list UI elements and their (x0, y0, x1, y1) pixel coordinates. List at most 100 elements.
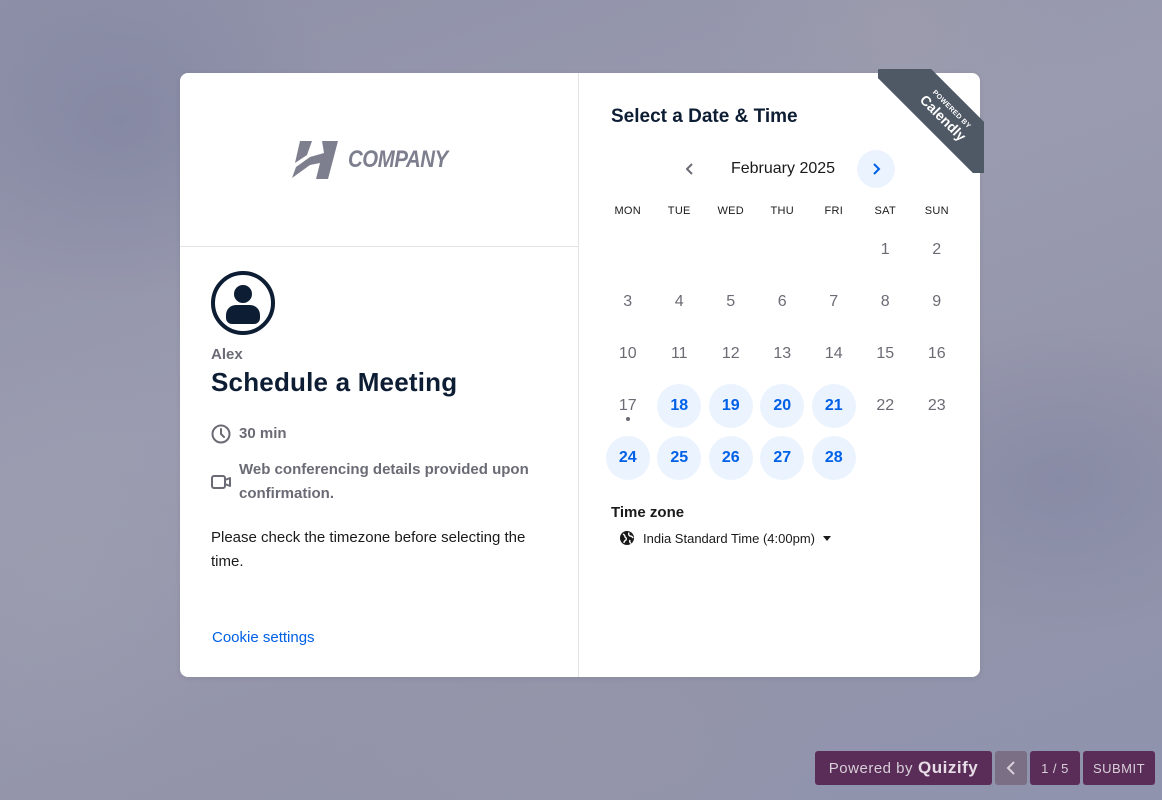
event-profile: Alex Schedule a Meeting 30 min Web confe… (180, 247, 578, 574)
company-logo-mark-icon (292, 140, 339, 179)
calendar-day: 1 (863, 228, 907, 272)
day-number: 14 (824, 345, 843, 362)
available-day-button[interactable]: 27 (760, 436, 805, 480)
conferencing-text: Web conferencing details provided upon c… (239, 461, 529, 502)
submit-button[interactable]: SUBMIT (1083, 751, 1155, 785)
calendar-week-row: 12 (602, 224, 963, 276)
avatar (211, 271, 275, 335)
calendar-body: 1 2 3 4 5 6 7 8 9 10 11 12 13 14 15 16 17 18 19 20 21 22 23 24 2… (605, 224, 963, 484)
day-number: 25 (670, 449, 689, 466)
day-number: 16 (927, 345, 946, 362)
available-day-button[interactable]: 25 (657, 436, 702, 480)
day-number: 7 (829, 293, 839, 310)
day-number: 23 (927, 397, 946, 414)
day-number: 8 (880, 293, 890, 310)
day-number: 18 (670, 397, 689, 414)
duration-text: 30 min (239, 425, 287, 442)
cookie-settings-link[interactable]: Cookie settings (212, 629, 315, 646)
powered-by-prefix: Powered by (828, 759, 914, 777)
day-number: 27 (773, 449, 792, 466)
calendar-day: 16 (915, 332, 959, 376)
quizify-brand: Quizify (918, 758, 979, 777)
day-number: 2 (932, 241, 942, 258)
available-day-button[interactable]: 24 (605, 436, 650, 480)
conferencing-row: Web conferencing details provided upon c… (211, 458, 548, 506)
calendar-day: 8 (863, 280, 907, 324)
calendar-week-row: 24 25 26 27 28 (602, 432, 963, 484)
calendar-day: 23 (915, 384, 959, 428)
weekday-label: SAT (874, 205, 896, 217)
calendar-week-row: 17 18 19 20 21 22 23 (602, 380, 963, 432)
day-number: 11 (670, 345, 688, 362)
calendar-week-row: 10 11 12 13 14 15 16 (602, 328, 963, 380)
event-owner: Alex (211, 346, 243, 363)
calendar-day: 7 (812, 280, 856, 324)
day-number: 5 (726, 293, 736, 310)
weekday-header: MON TUE WED THU FRI SAT SUN (602, 198, 963, 224)
calendar-day: 6 (760, 280, 804, 324)
weekday-label: WED (717, 205, 745, 217)
previous-month-button[interactable] (671, 150, 709, 188)
day-number: 4 (674, 293, 684, 310)
available-day-button[interactable]: 26 (708, 436, 753, 480)
weekday-label: SUN (924, 205, 949, 217)
event-description: Please check the timezone before selecti… (211, 529, 526, 570)
day-number: 24 (618, 449, 637, 466)
globe-icon (620, 531, 634, 545)
day-number: 13 (773, 345, 792, 362)
calendar-day: 13 (760, 332, 804, 376)
event-title: Schedule a Meeting (211, 367, 458, 397)
calendar-day: 9 (915, 280, 959, 324)
calendar-day: 4 (657, 280, 701, 324)
day-number: 3 (623, 293, 633, 310)
available-day-button[interactable]: 19 (708, 384, 753, 428)
day-number: 15 (876, 345, 895, 362)
day-number: 22 (876, 397, 895, 414)
scheduling-card: COMPANY Alex Schedule a Meeting 30 min W… (180, 69, 984, 677)
timezone-label: Time zone (611, 504, 685, 521)
today-indicator (625, 417, 630, 421)
available-day-button[interactable]: 28 (811, 436, 856, 480)
clock-icon (211, 424, 231, 444)
calendar-grid: MON TUE WED THU FRI SAT SUN 1 2 3 4 5 6 7 8 9 10 11 12 13 1… (605, 198, 963, 484)
previous-page-button[interactable] (995, 751, 1027, 785)
chevron-left-icon (685, 163, 693, 175)
calendar-week-row: 3 4 5 6 7 8 9 (602, 276, 963, 328)
day-number: 21 (824, 397, 843, 414)
company-logo-area: COMPANY (180, 73, 578, 247)
calendar-day: 17 (606, 384, 650, 428)
day-number: 17 (618, 397, 637, 414)
calendar-day: 10 (606, 332, 650, 376)
timezone-select[interactable]: India Standard Time (4:00pm) (619, 530, 980, 546)
day-number: 6 (777, 293, 787, 310)
duration-row: 30 min (211, 422, 548, 446)
calendar-day: 14 (812, 332, 856, 376)
calendar-day: 12 (709, 332, 753, 376)
available-day-button[interactable]: 18 (657, 384, 702, 428)
day-number: 19 (721, 397, 740, 414)
caret-down-icon (822, 535, 831, 541)
powered-by-calendly-ribbon[interactable]: POWERED BY Calendly (878, 69, 984, 173)
day-number: 1 (880, 241, 890, 258)
day-number: 10 (618, 345, 637, 362)
quizify-footer: Powered by Quizify 1 / 5 SUBMIT (815, 751, 1155, 785)
company-logo: COMPANY (292, 140, 465, 179)
weekday-label: THU (770, 205, 794, 217)
day-number: 20 (773, 397, 792, 414)
weekday-label: TUE (667, 205, 691, 217)
weekday-label: MON (614, 205, 642, 217)
current-month: February 2025 (730, 160, 836, 177)
powered-by-quizify-button[interactable]: Powered by Quizify (815, 751, 992, 785)
day-number: 12 (721, 345, 740, 362)
timezone-value: India Standard Time (4:00pm) (643, 530, 815, 546)
calendar-day: 2 (915, 228, 959, 272)
company-logo-text: COMPANY (348, 145, 449, 173)
day-number: 9 (932, 293, 942, 310)
calendar-day: 15 (863, 332, 907, 376)
available-day-button[interactable]: 20 (760, 384, 805, 428)
day-number: 28 (824, 449, 843, 466)
calendar-day: 22 (863, 384, 907, 428)
day-number: 26 (721, 449, 740, 466)
calendar-day: 3 (606, 280, 650, 324)
available-day-button[interactable]: 21 (811, 384, 856, 428)
